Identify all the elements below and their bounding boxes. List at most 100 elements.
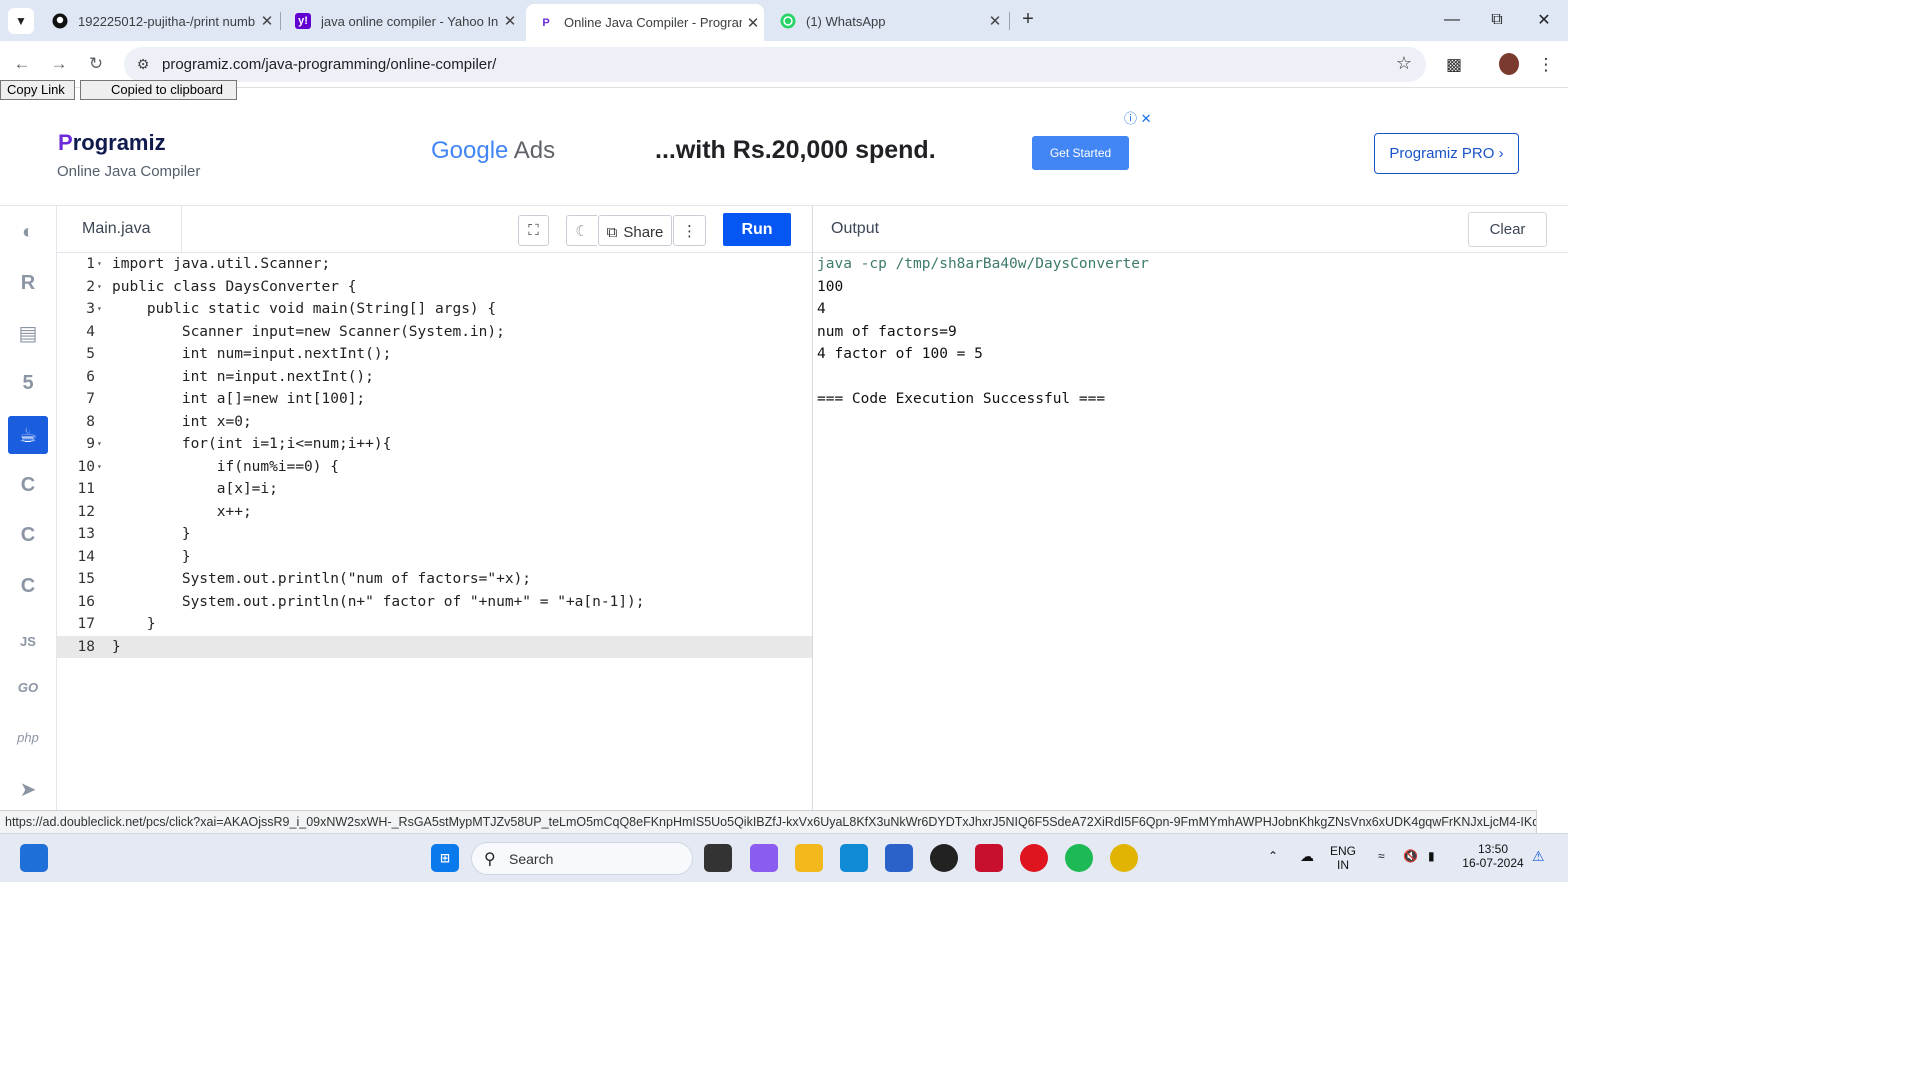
bookmark-star-icon[interactable]: ☆ (1396, 53, 1412, 74)
code-line[interactable]: 9 ▾ for(int i=1;i<=num;i++){ (57, 433, 812, 456)
share-button[interactable]: ⧉ Share (598, 215, 672, 246)
tab-whatsapp[interactable]: (1) WhatsApp ✕ (768, 5, 1006, 37)
opera-icon[interactable] (1020, 844, 1048, 872)
tab-search-button[interactable]: ▼ (8, 8, 34, 34)
tab-programiz[interactable]: P Online Java Compiler - Program ✕ (526, 4, 764, 41)
programiz-pro-button[interactable]: Programiz PRO › (1374, 133, 1519, 174)
code-line[interactable]: 12 x++; (57, 501, 812, 524)
copied-to-clipboard-button[interactable]: Copied to clipboard (80, 80, 237, 100)
windows-start-icon[interactable]: ⊞ (431, 844, 459, 872)
lang-r[interactable]: R (8, 264, 48, 302)
close-icon[interactable]: ✕ (984, 12, 1006, 30)
wifi-icon[interactable]: ≈ (1378, 849, 1385, 863)
battery-icon[interactable]: ▮ (1428, 849, 1435, 863)
run-button[interactable]: Run (723, 213, 791, 246)
fold-arrow-icon[interactable]: ▾ (97, 298, 107, 321)
code-line[interactable]: 10 ▾ if(num%i==0) { (57, 456, 812, 479)
code-line[interactable]: 11 a[x]=i; (57, 478, 812, 501)
restore-button[interactable]: ⧉ (1474, 0, 1520, 40)
lang-python[interactable]: ◐ (8, 213, 48, 251)
new-tab-button[interactable]: + (1016, 8, 1040, 32)
close-window-button[interactable]: ✕ (1521, 0, 1567, 40)
file-tab-main-java[interactable]: Main.java (57, 206, 182, 253)
lang-sql[interactable]: ▤ (8, 314, 48, 352)
code-line[interactable]: 7 int a[]=new int[100]; (57, 388, 812, 411)
volume-mute-icon[interactable]: 🔇 (1403, 849, 1418, 863)
ad-info-close[interactable]: ⓘ ✕ (1124, 108, 1152, 127)
lang-csharp[interactable]: C (8, 567, 48, 605)
fold-arrow-icon[interactable]: ▾ (97, 253, 107, 276)
fullscreen-button[interactable]: ⛶ (518, 215, 549, 246)
edge-icon[interactable] (840, 844, 868, 872)
line-number: 1 (86, 256, 95, 272)
lang-swift[interactable]: ➤ (8, 770, 48, 808)
reload-button[interactable]: ↻ (83, 51, 109, 77)
close-icon[interactable]: ✕ (742, 14, 764, 32)
output-console[interactable]: java -cp /tmp/sh8arBa40w/DaysConverter 10… (817, 253, 1557, 411)
clear-button[interactable]: Clear (1468, 212, 1547, 247)
code-line[interactable]: 16 System.out.println(n+" factor of "+nu… (57, 591, 812, 614)
fold-arrow-icon[interactable]: ▾ (97, 456, 107, 479)
ad-get-started-button[interactable]: Get Started (1032, 136, 1129, 170)
lang-cpp[interactable]: C (8, 516, 48, 554)
onedrive-icon[interactable]: ☁ (1300, 848, 1314, 865)
lang-go[interactable]: GO (8, 668, 48, 706)
notification-bell-icon[interactable]: ⚠ (1532, 848, 1545, 865)
widgets-icon[interactable] (20, 844, 48, 872)
code-line[interactable]: 2 ▾ public class DaysConverter { (57, 276, 812, 299)
code-line[interactable]: 4 Scanner input=new Scanner(System.in); (57, 321, 812, 344)
lang-php[interactable]: php (8, 718, 48, 756)
browser-menu-button[interactable]: ⋮ (1534, 53, 1558, 77)
language-indicator[interactable]: ENG IN (1330, 844, 1356, 872)
code-line[interactable]: 17 } (57, 613, 812, 636)
code-line[interactable]: 3 ▾ public static void main(String[] args… (57, 298, 812, 321)
spotify-icon[interactable] (1065, 844, 1093, 872)
back-button[interactable]: ← (9, 51, 35, 77)
tray-chevron-up-icon[interactable]: ⌃ (1268, 849, 1278, 863)
forward-button[interactable]: → (46, 51, 72, 77)
share-options-button[interactable]: ⋮ (673, 215, 706, 246)
minimize-button[interactable]: — (1429, 0, 1475, 40)
code-line[interactable]: 5 int num=input.nextInt(); (57, 343, 812, 366)
code-line[interactable]: 18} (57, 635, 812, 658)
info-icon[interactable]: ⓘ (1124, 111, 1137, 126)
close-icon[interactable]: ✕ (256, 12, 278, 30)
ad-headline[interactable]: ...with Rs.20,000 spend. (655, 136, 936, 165)
line-number: 16 (77, 593, 95, 610)
profile-avatar[interactable] (1499, 53, 1519, 75)
lang-js[interactable]: JS (8, 622, 48, 660)
code-line[interactable]: 15 System.out.println("num of factors="+… (57, 568, 812, 591)
mcafee-icon[interactable] (975, 844, 1003, 872)
lang-html[interactable]: 5 (8, 364, 48, 402)
task-view-icon[interactable] (704, 844, 732, 872)
taskbar-search[interactable]: ⚲ Search (471, 842, 693, 875)
copilot-icon[interactable] (750, 844, 778, 872)
fold-arrow-icon[interactable]: ▾ (97, 433, 107, 456)
chrome-icon[interactable] (1110, 844, 1138, 872)
copy-link-button[interactable]: Copy Link (0, 80, 75, 100)
file-explorer-icon[interactable] (795, 844, 823, 872)
panel-divider[interactable] (812, 206, 813, 810)
code-line[interactable]: 1 ▾ import java.util.Scanner; (57, 253, 812, 276)
dell-icon[interactable] (930, 844, 958, 872)
close-icon[interactable]: ✕ (1141, 111, 1152, 126)
code-line[interactable]: 14 } (57, 546, 812, 569)
address-bar[interactable]: ⚙ programiz.com/java-programming/online-… (124, 47, 1426, 82)
dark-mode-button[interactable]: ☾ (566, 215, 597, 246)
tab-yahoo[interactable]: y! java online compiler - Yahoo In ✕ (283, 5, 521, 37)
site-info-icon[interactable]: ⚙ (132, 56, 154, 73)
code-line[interactable]: 13 } (57, 523, 812, 546)
programiz-logo[interactable]: Programiz (58, 130, 166, 156)
lang-java[interactable]: ☕ (8, 416, 48, 454)
lang-c[interactable]: C (8, 466, 48, 504)
code-editor[interactable]: 1 ▾ import java.util.Scanner; 2 ▾ public clas… (57, 253, 812, 810)
code-line[interactable]: 6 int n=input.nextInt(); (57, 366, 812, 389)
fold-arrow-icon[interactable]: ▾ (97, 276, 107, 299)
ms-store-icon[interactable] (885, 844, 913, 872)
close-icon[interactable]: ✕ (499, 12, 521, 30)
code-line[interactable]: 8 int x=0; (57, 411, 812, 434)
clock[interactable]: 13:50 16-07-2024 (1458, 842, 1528, 870)
tab-github[interactable]: 192225012-pujitha-/print numb ✕ (40, 5, 278, 37)
url-text[interactable]: programiz.com/java-programming/online-co… (162, 56, 496, 73)
extensions-button[interactable]: ▩ (1442, 53, 1466, 77)
